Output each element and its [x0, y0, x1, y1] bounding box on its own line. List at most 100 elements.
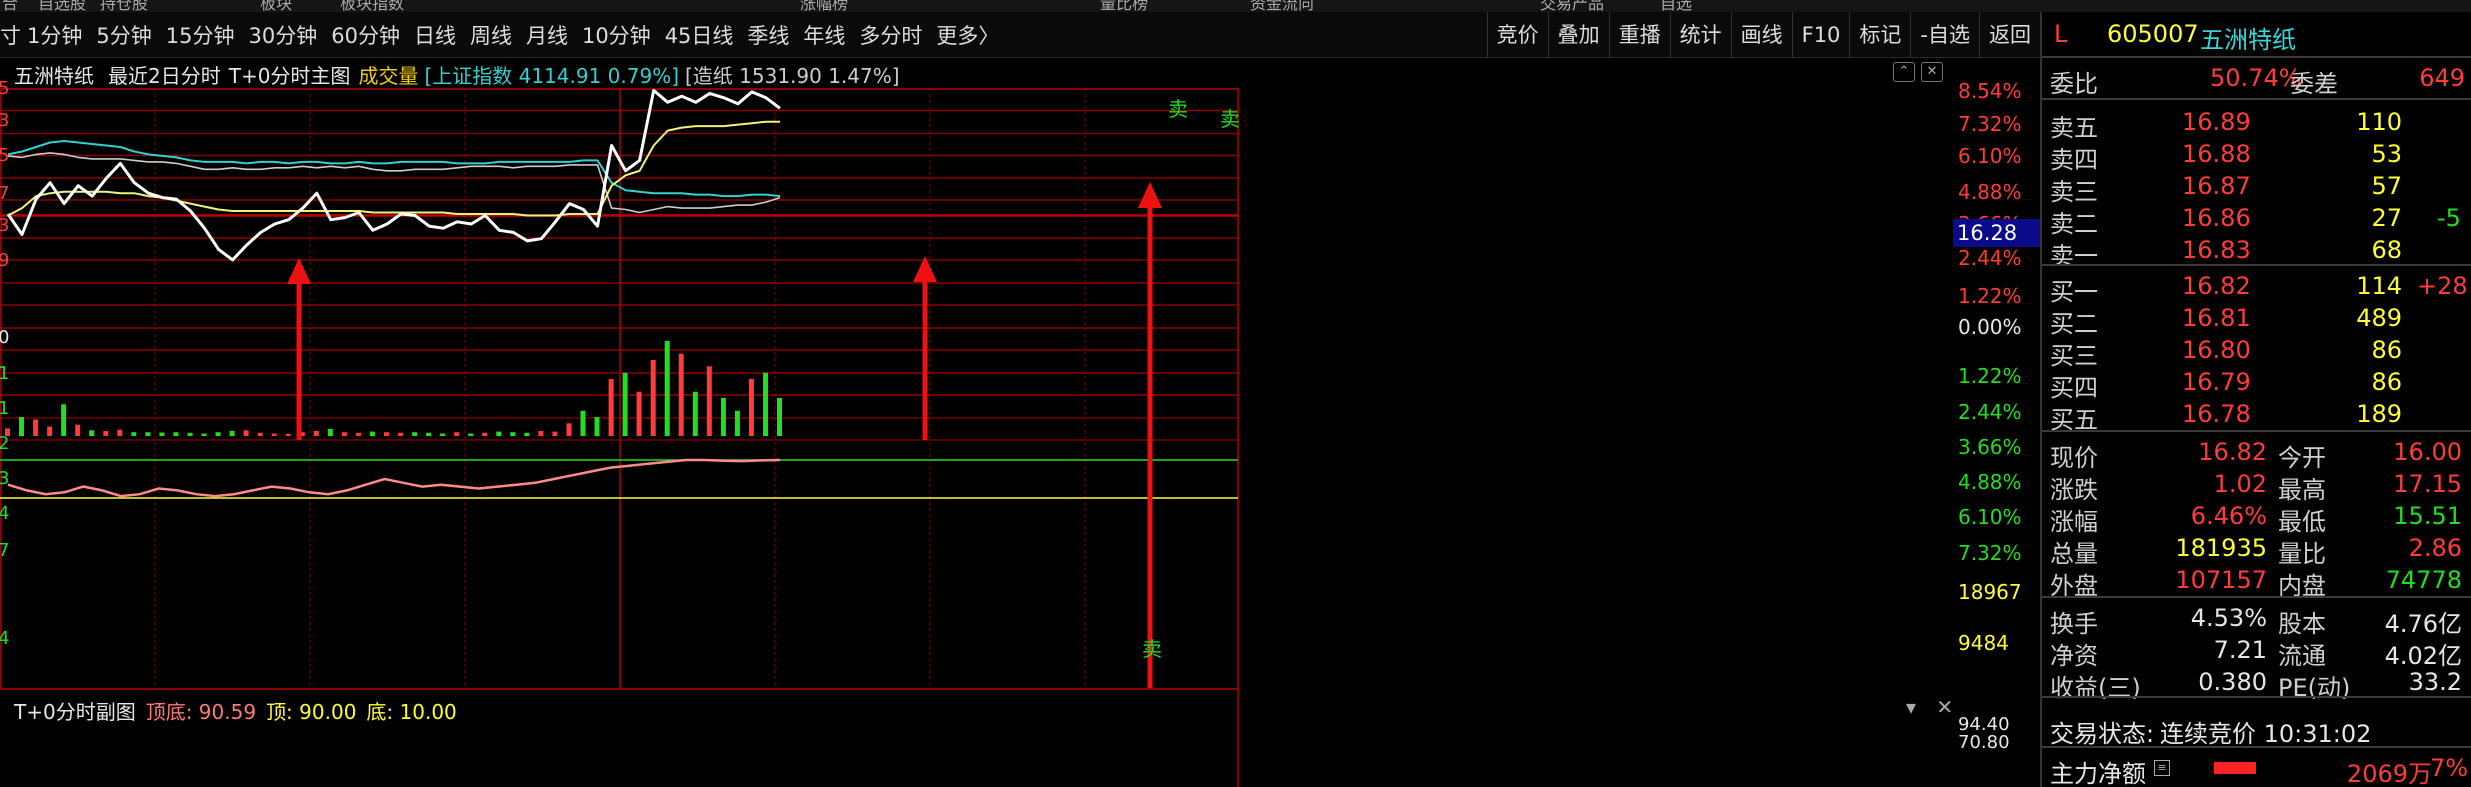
toolbar-button[interactable]: 画线 [1730, 12, 1792, 58]
period-button[interactable]: 1分钟 [27, 20, 82, 50]
stock-name: 五洲特纸 [2200, 26, 2296, 54]
top-menu-item[interactable]: 合 [2, 0, 18, 12]
axis-label-down: 3.66% [1958, 435, 2022, 459]
ask-price: 16.86 [2182, 204, 2251, 232]
sector-overlay-label: [造纸 1531.90 1.47%] [685, 63, 900, 88]
stat-value: 16.00 [2393, 438, 2462, 466]
period-button[interactable]: 30分钟 [248, 20, 317, 50]
volume-bar [664, 341, 670, 436]
toolbar-button[interactable]: F10 [1791, 12, 1850, 58]
toolbar-button[interactable]: 统计 [1669, 12, 1731, 58]
volume-bar [173, 432, 179, 436]
volume-bar [257, 432, 263, 436]
top-menu-item[interactable]: 交易产品 [1540, 0, 1604, 12]
top-menu-item[interactable]: 量比榜 [1100, 0, 1148, 12]
toolbar-button[interactable]: -自选 [1910, 12, 1979, 58]
volume-label: 成交量 [358, 63, 419, 88]
top-menu-item[interactable]: 板块指数 [340, 0, 404, 12]
dropdown-icon[interactable]: ▾ [1906, 695, 1916, 719]
sub-top-label: 顶: 90.00 [266, 699, 357, 724]
period-button[interactable]: 5分钟 [96, 20, 151, 50]
bid-price: 16.79 [2182, 368, 2251, 396]
axis-label-up: 8.54% [1958, 79, 2022, 103]
sub-chart-controls: ▾ ✕ [1906, 695, 1953, 719]
stat-value: 6.46% [2190, 502, 2267, 530]
main-flow-pct: 7% [2430, 754, 2469, 782]
fund-value: 7.21 [2213, 636, 2267, 664]
volume-bar [19, 417, 24, 436]
stock-name-label: 五洲特纸 [14, 63, 94, 88]
collapse-icon[interactable]: ⌃ [1893, 62, 1915, 82]
toolbar-button[interactable]: 返回 [1979, 12, 2040, 58]
stock-code: 605007 [2107, 20, 2199, 48]
top-menu-item[interactable]: 自选 [1660, 0, 1692, 12]
chart-mode-label[interactable]: 最近2日分时 [108, 60, 221, 89]
volume-axis-label: 18967 [1958, 580, 2022, 604]
market-flag: L [2054, 20, 2068, 48]
bid-row: 买五 16.78 189 [2042, 398, 2471, 434]
volume-bar [327, 429, 333, 436]
period-button[interactable]: 更多〉 [936, 20, 999, 50]
top-menu-item[interactable]: 资金流向 [1250, 0, 1314, 12]
top-menu-item[interactable]: 自选股 [38, 0, 86, 12]
toolbar-button[interactable]: 标记 [1849, 12, 1910, 58]
edge-axis-label: 3 [0, 215, 10, 236]
stat-row: 总量 181935 量比 2.86 [2042, 532, 2471, 568]
period-button[interactable]: 季线 [747, 20, 789, 50]
volume-bar [692, 391, 698, 436]
status-value: 连续竞价 10:31:02 [2160, 720, 2372, 748]
period-button[interactable]: 日线 [414, 20, 456, 50]
sub-chart-name[interactable]: T+0分时副图 [14, 696, 136, 725]
period-button[interactable]: 15分钟 [166, 20, 235, 50]
toolbar-button[interactable]: 叠加 [1547, 12, 1609, 58]
volume-bar [734, 410, 740, 436]
bid-volume: 189 [2356, 400, 2402, 428]
main-flow-bar [2214, 762, 2256, 774]
bid-row: 买一 16.82 114 +28 [2042, 270, 2471, 306]
ask-row: 卖一 16.83 68 [2042, 234, 2471, 270]
stat-value: 15.51 [2393, 502, 2462, 530]
volume-bar [243, 430, 249, 436]
pin-icon[interactable]: 寸 [0, 20, 21, 50]
menu-icon[interactable]: ≡ [2154, 760, 2170, 776]
bid-volume: 489 [2356, 304, 2402, 332]
period-button[interactable]: 45日线 [665, 20, 734, 50]
period-button[interactable]: 多分时 [859, 20, 922, 50]
volume-bar [678, 353, 684, 436]
axis-label-down: 1.22% [1958, 364, 2022, 388]
sub-chart-header: T+0分时副图 顶底: 90.59 顶: 90.00 底: 10.00 [0, 694, 467, 726]
period-button[interactable]: 月线 [526, 20, 568, 50]
top-menu-item[interactable]: 持仓股 [100, 0, 148, 12]
edge-axis-label: 7 [0, 183, 10, 204]
volume-bar [187, 432, 193, 436]
top-menu-item[interactable]: 涨幅榜 [800, 0, 848, 12]
ask-row: 卖三 16.87 57 [2042, 170, 2471, 206]
volume-bar [215, 432, 221, 436]
volume-bar [398, 432, 403, 436]
stat-value: 2.86 [2408, 534, 2462, 562]
bid-price: 16.80 [2182, 336, 2251, 364]
period-button[interactable]: 10分钟 [582, 20, 651, 50]
axis-label-up: 4.88% [1958, 180, 2022, 204]
volume-bar [229, 430, 235, 436]
stat-row: 涨跌 1.02 最高 17.15 [2042, 468, 2471, 504]
bid-row: 买四 16.79 86 [2042, 366, 2471, 402]
bid-volume: 86 [2371, 336, 2402, 364]
edge-axis-label: 5 [0, 78, 10, 99]
toolbar-button[interactable]: 重播 [1608, 12, 1670, 58]
period-button[interactable]: 年线 [803, 20, 845, 50]
main-indicator-label[interactable]: T+0分时主图 [229, 60, 351, 89]
entrust-ratio-row: 委比 50.74% 委差 649 [2042, 62, 2471, 98]
fund-value: 0.380 [2198, 668, 2267, 696]
period-button[interactable]: 60分钟 [331, 20, 400, 50]
volume-bar [47, 426, 53, 436]
bid-price: 16.78 [2182, 400, 2251, 428]
axis-label-up: 1.22% [1958, 284, 2022, 308]
close-icon[interactable]: ✕ [1921, 62, 1943, 82]
toolbar-button[interactable]: 竞价 [1486, 12, 1548, 58]
period-button[interactable]: 周线 [470, 20, 512, 50]
quote-header: L 605007 五洲特纸 [2042, 18, 2471, 54]
top-menu-item[interactable]: 板块 [260, 0, 292, 12]
close-icon[interactable]: ✕ [1936, 695, 1953, 719]
fund-row: 收益(三) 0.380 PE(动) 33.2 [2042, 666, 2471, 702]
